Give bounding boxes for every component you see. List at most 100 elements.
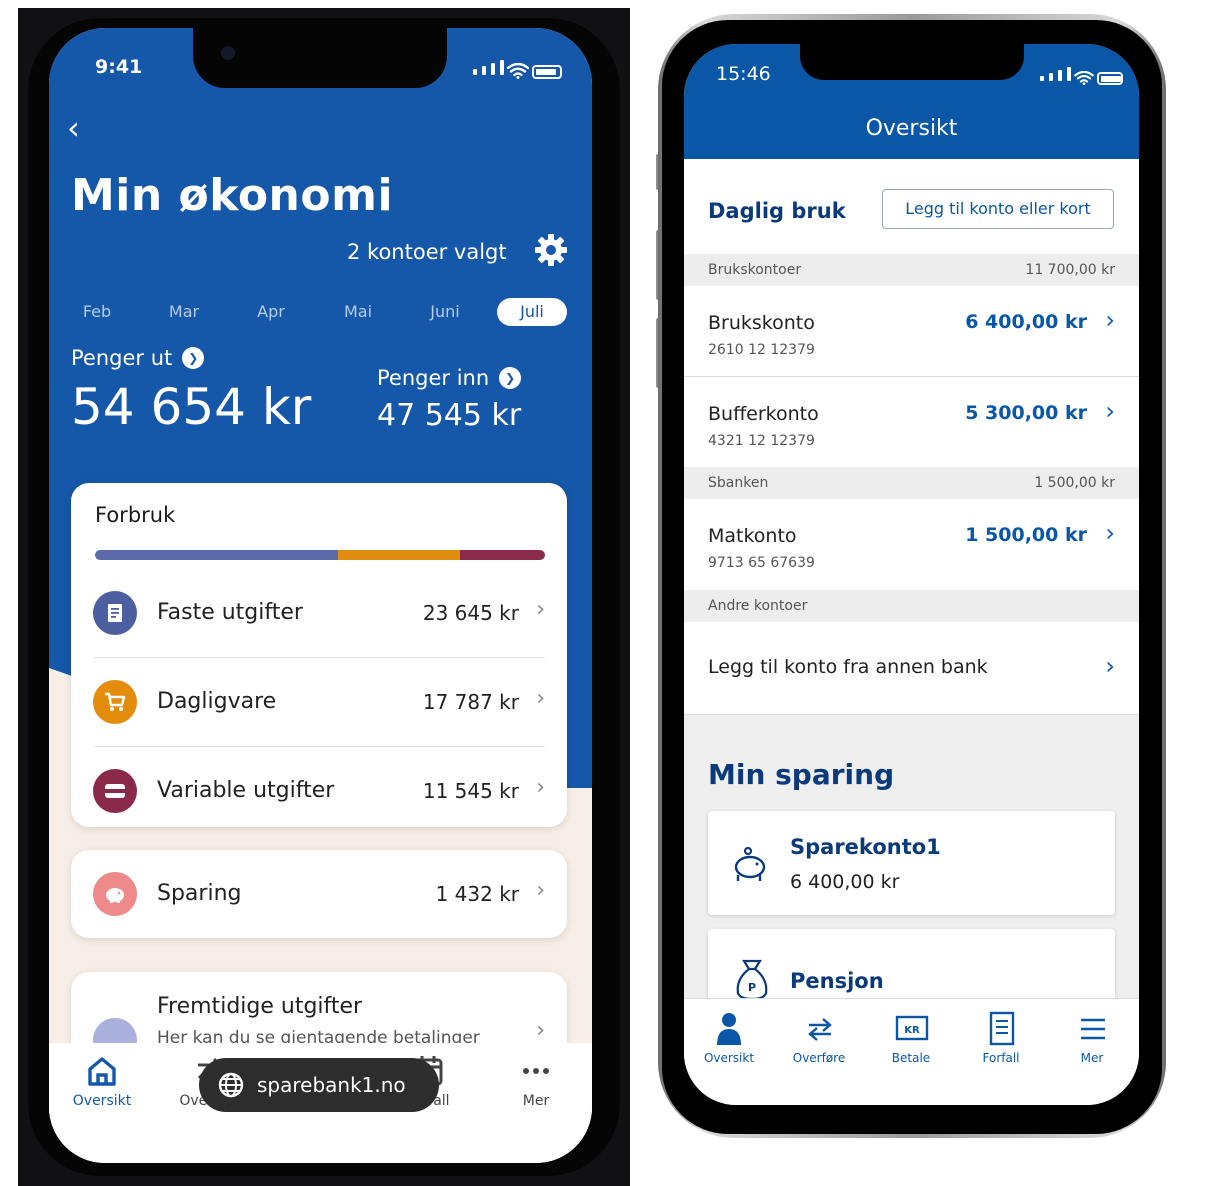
- chevron-right-icon: ›: [536, 1018, 545, 1043]
- document-icon: [989, 1011, 1015, 1046]
- chevron-right-icon: ›: [536, 597, 545, 622]
- left-phone-screen: 9:41 ‹ Min økonomi 2 kontoer valgt Feb M…: [49, 28, 592, 1163]
- nav-label: Oversikt: [72, 1093, 132, 1109]
- piggy-icon: [93, 872, 137, 916]
- section-name: Andre kontoer: [708, 598, 808, 614]
- right-phone-panel: 15:46 Oversikt Daglig bruk Legg til kont…: [636, 8, 1199, 1186]
- account-row-bufferkonto[interactable]: Bufferkonto 4321 12 12379 5 300,00 kr ›: [684, 377, 1139, 467]
- url-text: sparebank1.no: [257, 1073, 406, 1097]
- chevron-right-icon: ›: [1105, 519, 1115, 547]
- section-name: Brukskontoer: [708, 262, 802, 278]
- nav-label: Forfall: [982, 1051, 1020, 1065]
- status-icons: [473, 60, 563, 79]
- home-icon: [88, 1057, 116, 1086]
- wifi-icon: [507, 63, 530, 79]
- nav-label: Mer: [1080, 1051, 1104, 1065]
- globe-icon: [218, 1072, 244, 1098]
- row-label: Faste utgifter: [157, 600, 303, 625]
- money-in-value: 47 545 kr: [377, 398, 522, 433]
- person-icon: [717, 1013, 741, 1045]
- month-tab[interactable]: Mai: [328, 298, 388, 326]
- left-phone-panel: 9:41 ‹ Min økonomi 2 kontoer valgt Feb M…: [18, 8, 630, 1186]
- row-label: Variable utgifter: [157, 778, 335, 803]
- add-other-bank-label: Legg til konto fra annen bank: [708, 656, 988, 678]
- nav-label: Betale: [891, 1051, 931, 1065]
- nav-label: Oversikt: [703, 1051, 755, 1065]
- future-title: Fremtidige utgifter: [157, 994, 363, 1019]
- account-amount: 1 500,00 kr: [965, 524, 1087, 546]
- menu-icon: [1081, 1018, 1105, 1040]
- spending-row-groceries[interactable]: Dagligvare 17 787 kr ›: [93, 658, 545, 747]
- row-value: 17 787 kr: [422, 690, 519, 714]
- more-icon: [523, 1068, 549, 1074]
- chevron-right-icon: ›: [536, 775, 545, 800]
- kr-card-icon: KR: [895, 1015, 929, 1041]
- savings-row: Sparing 1 432 kr ›: [93, 850, 545, 938]
- add-account-button[interactable]: Legg til konto eller kort: [882, 189, 1114, 229]
- add-other-bank-row[interactable]: Legg til konto fra annen bank ›: [684, 622, 1139, 715]
- account-row-matkonto[interactable]: Matkonto 9713 65 67639 1 500,00 kr ›: [684, 499, 1139, 590]
- chevron-right-icon: ›: [1105, 652, 1115, 680]
- account-amount: 5 300,00 kr: [965, 402, 1087, 424]
- gear-icon[interactable]: [533, 232, 569, 268]
- section-total: 11 700,00 kr: [1025, 262, 1115, 278]
- spending-row-fixed[interactable]: Faste utgifter 23 645 kr ›: [93, 569, 545, 658]
- wifi-icon: [1074, 71, 1095, 85]
- spending-bar-segment: [338, 550, 460, 560]
- account-row-brukskonto[interactable]: Brukskonto 2610 12 12379 6 400,00 kr ›: [684, 286, 1139, 377]
- card-icon: [93, 769, 137, 813]
- money-out-value: 54 654 kr: [71, 378, 312, 436]
- month-tab-active[interactable]: Juli: [497, 298, 567, 326]
- month-tab[interactable]: Apr: [241, 298, 301, 326]
- row-label: Dagligvare: [157, 689, 277, 714]
- savings-name: Pensjon: [790, 969, 884, 993]
- right-phone-screen: 15:46 Oversikt Daglig bruk Legg til kont…: [684, 44, 1139, 1105]
- savings-amount: 6 400,00 kr: [790, 871, 900, 893]
- chevron-right-icon: ›: [536, 878, 545, 903]
- row-label: Sparing: [157, 881, 242, 906]
- chevron-right-icon: ›: [1105, 306, 1115, 334]
- account-name: Matkonto: [708, 525, 797, 547]
- status-icons: [1040, 66, 1124, 85]
- account-number: 4321 12 12379: [708, 433, 815, 449]
- account-number: 2610 12 12379: [708, 342, 815, 358]
- battery-icon: [1097, 72, 1124, 85]
- savings-card-sparekonto[interactable]: Sparekonto1 6 400,00 kr: [708, 811, 1115, 915]
- spending-title: Forbruk: [95, 503, 176, 527]
- month-tab[interactable]: Feb: [67, 298, 127, 326]
- month-tab[interactable]: Juni: [415, 298, 475, 326]
- receipt-icon: [93, 591, 137, 635]
- svg-text:KR: KR: [904, 1025, 920, 1036]
- accounts-selected[interactable]: 2 kontoer valgt: [347, 240, 507, 264]
- bottom-nav: Oversikt Overføre KR Betale Forfall Mer: [684, 998, 1139, 1105]
- arrow-right-icon: ❯: [182, 347, 205, 369]
- section-header-sbanken: Sbanken 1 500,00 kr: [684, 467, 1139, 499]
- savings-name: Sparekonto1: [790, 835, 941, 859]
- money-in-label: Penger inn: [377, 366, 490, 390]
- money-out-link[interactable]: Penger ut ❯: [71, 346, 205, 370]
- status-time: 15:46: [716, 63, 771, 85]
- account-amount: 6 400,00 kr: [965, 311, 1087, 333]
- section-name: Sbanken: [708, 475, 769, 491]
- section-header-brukskontoer: Brukskontoer 11 700,00 kr: [684, 254, 1139, 286]
- cart-icon: [93, 680, 137, 724]
- money-in-link[interactable]: Penger inn ❯: [377, 366, 522, 390]
- spending-card: Forbruk Faste utgifter 23 645 kr › Dagli…: [71, 483, 567, 827]
- month-tab[interactable]: Mar: [154, 298, 214, 326]
- spending-row-variable[interactable]: Variable utgifter 11 545 kr ›: [93, 747, 545, 836]
- account-name: Brukskonto: [708, 312, 815, 334]
- back-chevron-icon[interactable]: ‹: [67, 112, 80, 144]
- nav-label: Mer: [522, 1093, 550, 1109]
- daily-title: Daglig bruk: [708, 199, 846, 223]
- savings-title: Min sparing: [708, 758, 895, 791]
- notch: [800, 44, 1024, 80]
- status-time: 9:41: [95, 56, 143, 78]
- page-title: Oversikt: [865, 116, 958, 141]
- section-header-andre: Andre kontoer: [684, 590, 1139, 622]
- spending-bar: [95, 550, 545, 560]
- transfer-icon: [808, 1018, 832, 1041]
- nav-label: Overføre: [792, 1051, 846, 1065]
- camera-icon: [221, 46, 235, 60]
- url-pill[interactable]: sparebank1.no: [199, 1058, 439, 1112]
- savings-card[interactable]: Sparing 1 432 kr ›: [71, 850, 567, 938]
